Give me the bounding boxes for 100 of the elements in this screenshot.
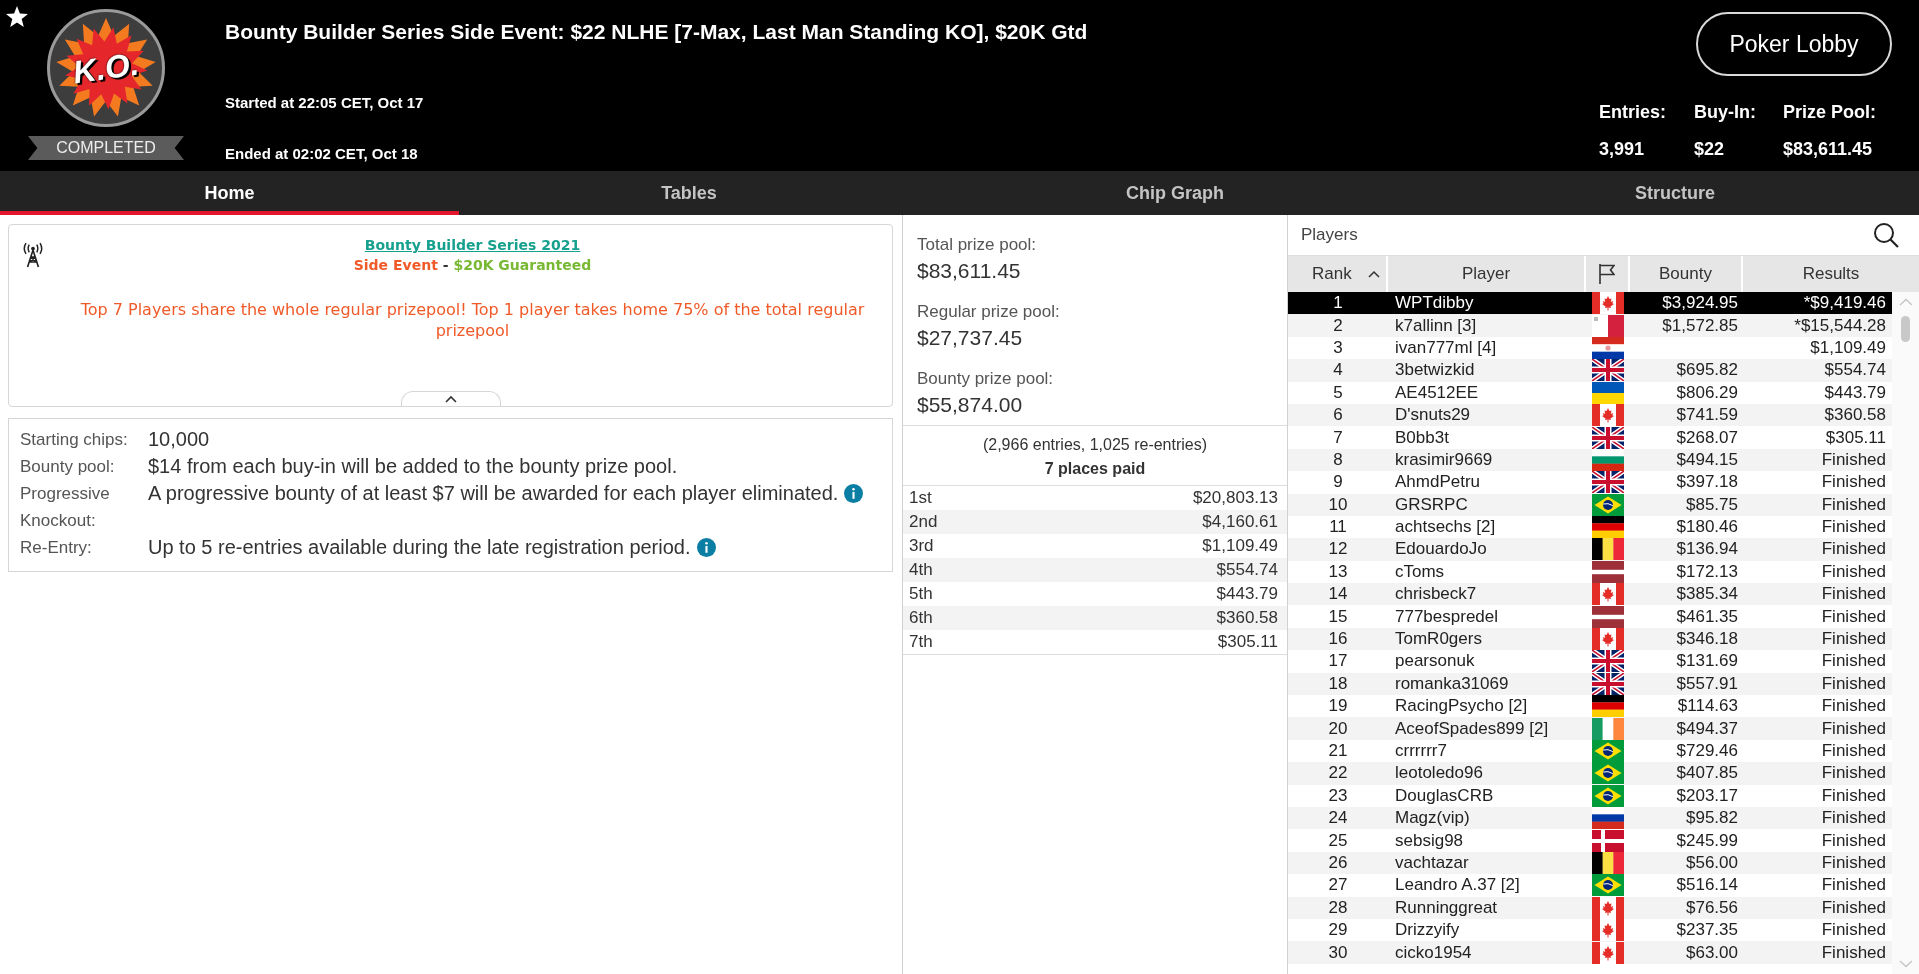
result-cell-text: *$15,544.28	[1793, 315, 1887, 336]
russia-flag-icon	[1592, 807, 1624, 830]
star-icon[interactable]	[6, 6, 28, 27]
rank-cell-text: 25	[1327, 830, 1349, 851]
result-cell-text: Finished	[1820, 584, 1887, 605]
prize-pool-label: Regular prize pool:	[917, 302, 1061, 322]
result-cell-text: Finished	[1820, 517, 1887, 538]
belgium-flag-icon	[1592, 851, 1624, 874]
payout-amount: $443.79	[1216, 584, 1278, 604]
player-row[interactable]: 20 AceofSpades899 [2] $494.37 Finished	[1288, 717, 1892, 740]
uk-flag-icon	[1592, 426, 1624, 449]
prize-pool-value: $27,737.45	[917, 326, 1024, 350]
player-row[interactable]: 6 D'snuts29 $741.59 $360.58	[1288, 403, 1892, 427]
rank-cell-text: 18	[1327, 673, 1349, 694]
rank-cell-text: 6	[1332, 405, 1344, 426]
bounty-cell-text: $63.00	[1685, 942, 1739, 963]
player-row[interactable]: 1 WPTdibby $3,924.95 *$9,419.46	[1288, 292, 1892, 315]
event-subtitle: Side Event - $20K Guaranteed	[352, 256, 593, 275]
brazil-flag-icon	[1592, 493, 1624, 516]
detail-label: Bounty pool:	[20, 456, 116, 478]
player-row[interactable]: 12 EdouardoJo $136.94 Finished	[1288, 538, 1892, 561]
bounty-cell-text: $695.82	[1675, 360, 1739, 381]
bounty-cell-text: $76.56	[1685, 897, 1739, 918]
belgium-flag-icon	[1592, 538, 1624, 561]
bounty-cell-text: $385.34	[1675, 584, 1739, 605]
player-name-cell-text: crrrrrr7	[1394, 741, 1448, 761]
player-row[interactable]: 22 leotoledo96 $407.85 Finished	[1288, 762, 1892, 785]
player-row[interactable]: 2 k7allinn [3] $1,572.85 *$15,544.28	[1288, 314, 1892, 337]
stat-value: $83,611.45	[1783, 138, 1874, 160]
rank-cell-text: 12	[1327, 539, 1349, 560]
uk-flag-icon	[1592, 650, 1624, 673]
payout-place: 2nd	[909, 512, 938, 532]
player-row[interactable]: 14 chrisbeck7 $385.34 Finished	[1288, 583, 1892, 606]
rank-cell-text: 3	[1332, 337, 1344, 358]
bounty-cell-text: $114.63	[1676, 696, 1739, 717]
announcement-text: Top 7 Players share the whole regular prizepool! Top 1 player takes home 75% of the total regular prizepool	[79, 299, 866, 341]
player-row[interactable]: 16 TomR0gers $346.18 Finished	[1288, 627, 1892, 651]
player-row[interactable]: 18 romanka31069 $557.91 Finished	[1288, 672, 1892, 696]
places-paid: 7 places paid	[1043, 459, 1147, 479]
player-name-cell-text: TomR0gers	[1394, 629, 1483, 650]
result-cell-text: Finished	[1820, 785, 1887, 806]
result-cell-text: Finished	[1820, 852, 1887, 873]
malta-flag-icon	[1592, 314, 1624, 337]
result-cell-text: Finished	[1820, 763, 1887, 784]
player-name-cell-text: pearsonuk	[1394, 651, 1476, 672]
player-row[interactable]: 8 krasimir9669 $494.15 Finished	[1288, 448, 1892, 472]
germany-flag-icon	[1592, 516, 1624, 539]
rank-cell-text: 1	[1332, 293, 1344, 314]
info-icon[interactable]	[844, 484, 864, 503]
detail-value: A progressive bounty of at least $7 will be awarded for each player eliminated.	[148, 482, 839, 504]
rank-cell-text: 7	[1332, 427, 1344, 448]
bounty-cell-text: $3,924.95	[1661, 293, 1739, 314]
rank-cell-text: 23	[1327, 785, 1349, 806]
latvia-flag-icon	[1592, 605, 1624, 628]
prize-pool-value: $83,611.45	[917, 259, 1022, 283]
player-row[interactable]: 4 3betwizkid $695.82 $554.74	[1288, 359, 1892, 382]
bounty-cell-text: $56.00	[1685, 852, 1739, 873]
poker-lobby-button[interactable]: Poker Lobby	[1696, 12, 1892, 76]
player-row[interactable]: 30 cicko1954 $63.00 Finished	[1288, 941, 1892, 964]
result-cell-text: Finished	[1820, 494, 1887, 515]
info-icon[interactable]	[696, 538, 716, 557]
rank-cell-text: 30	[1327, 942, 1349, 963]
player-row[interactable]: 24 Magz(vip) $95.82 Finished	[1288, 807, 1892, 830]
caret-up-icon	[444, 395, 457, 403]
player-name-cell-text: D'snuts29	[1394, 405, 1472, 426]
player-name-cell-text: chrisbeck7	[1394, 584, 1478, 605]
payout-amount: $1,109.49	[1202, 536, 1278, 556]
canada-flag-icon	[1592, 896, 1624, 919]
payout-place: 1st	[909, 488, 932, 508]
brazil-flag-icon	[1592, 762, 1624, 785]
player-row[interactable]: 10 GRSRPC $85.75 Finished	[1288, 493, 1892, 516]
scrollbar-thumb[interactable]	[1901, 316, 1910, 342]
player-name-cell-text: krasimir9669	[1394, 449, 1494, 470]
player-name-cell-text: ivan777ml [4]	[1394, 337, 1498, 358]
result-cell-text: Finished	[1820, 449, 1887, 470]
bounty-cell-text: $245.99	[1675, 830, 1739, 851]
player-name-cell-text: Leandro A.37 [2]	[1394, 875, 1521, 896]
detail-label: Starting chips:	[20, 429, 129, 451]
canada-flag-icon	[1592, 583, 1624, 606]
rank-cell-text: 5	[1332, 382, 1344, 403]
tab[interactable]: Structure	[1431, 171, 1919, 215]
starburst-icon	[56, 18, 156, 118]
germany-flag-icon	[1592, 695, 1624, 718]
tab[interactable]: Home	[0, 171, 459, 215]
column-header[interactable]: Results	[1743, 256, 1919, 292]
player-name-cell-text: 777bespredel	[1394, 606, 1500, 627]
player-name-cell-text: DouglasCRB	[1394, 785, 1495, 806]
search-icon[interactable]	[1873, 222, 1899, 248]
player-name-cell-text: vachtazar	[1394, 852, 1470, 873]
result-cell-text: Finished	[1820, 539, 1887, 560]
tab[interactable]: Chip Graph	[919, 171, 1431, 215]
result-cell-text: $1,109.49	[1809, 337, 1887, 358]
player-name-cell-text: achtsechs [2]	[1394, 517, 1497, 538]
result-cell-text: Finished	[1820, 673, 1887, 694]
player-row[interactable]: 28 Runninggreat $76.56 Finished	[1288, 896, 1892, 919]
result-cell-text: Finished	[1820, 696, 1887, 717]
player-row[interactable]: 26 vachtazar $56.00 Finished	[1288, 851, 1892, 875]
player-name-cell-text: AceofSpades899 [2]	[1394, 718, 1550, 739]
tab[interactable]: Tables	[459, 171, 919, 215]
player-name-cell-text: B0bb3t	[1394, 427, 1450, 448]
